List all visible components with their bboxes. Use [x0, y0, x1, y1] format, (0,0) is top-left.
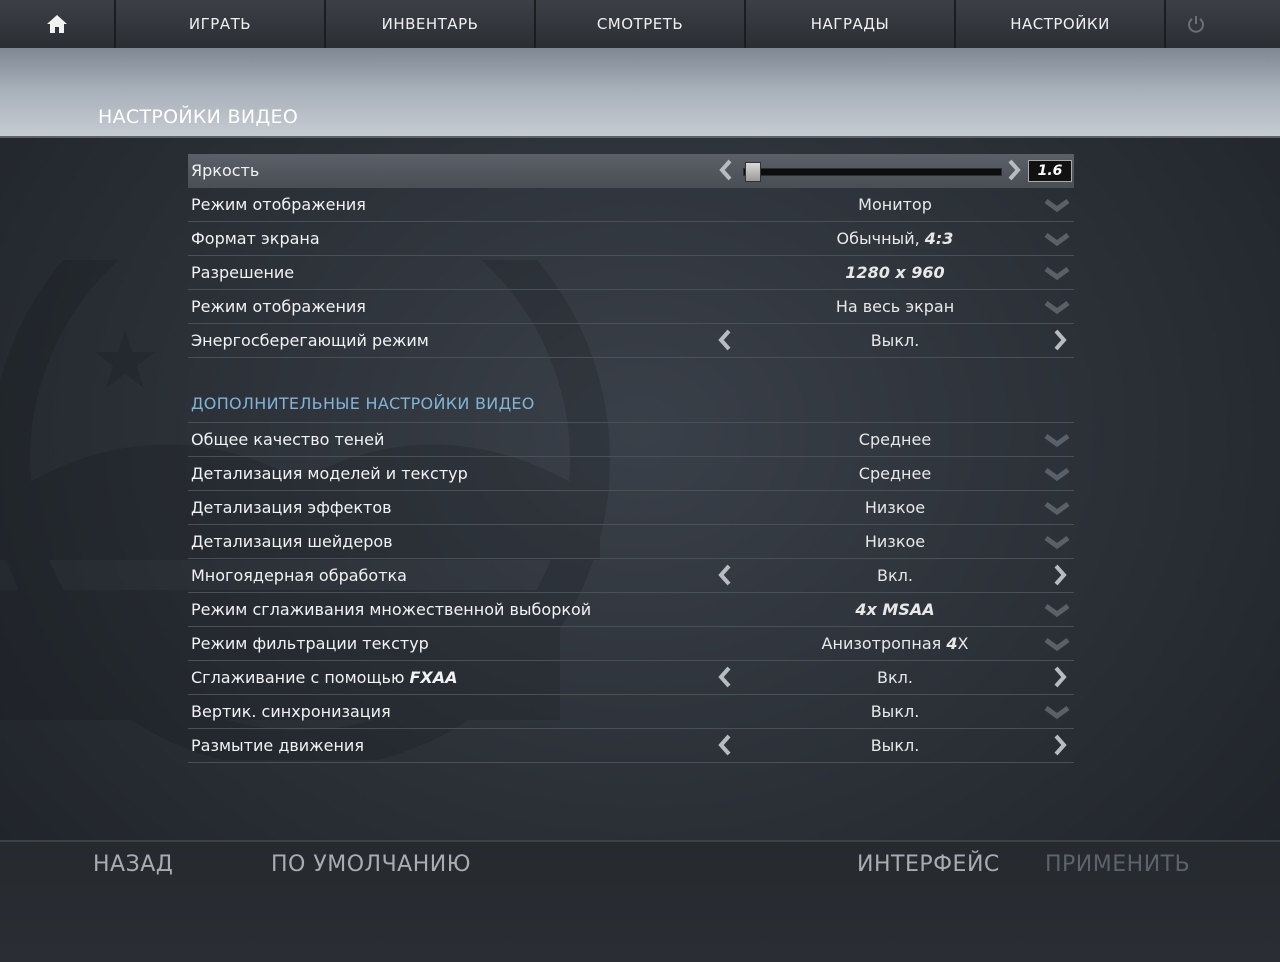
setting-label: Детализация моделей и текстур [191, 464, 468, 483]
setting-value: Монитор [858, 195, 932, 214]
chevron-down-icon[interactable] [1044, 636, 1070, 652]
chevron-left-icon[interactable] [717, 734, 733, 756]
setting-label: Размытие движения [191, 736, 364, 755]
setting-value: 1280 x 960 [845, 263, 945, 282]
chevron-right-icon[interactable] [1052, 734, 1068, 756]
tab-play[interactable]: ИГРАТЬ [116, 0, 326, 48]
setting-label: Разрешение [191, 263, 295, 282]
chevron-down-icon[interactable] [1044, 299, 1070, 315]
chevron-down-icon[interactable] [1044, 197, 1070, 213]
setting-row[interactable]: Формат экрана Обычный, 4:3 [188, 222, 1074, 256]
chevron-down-icon[interactable] [1044, 704, 1070, 720]
page-title: НАСТРОЙКИ ВИДЕО [98, 106, 299, 128]
setting-value: Выкл. [870, 331, 920, 350]
tab-inventory[interactable]: ИНВЕНТАРЬ [326, 0, 536, 48]
setting-label: Режим отображения [191, 195, 366, 214]
back-button[interactable]: НАЗАД [93, 852, 173, 877]
chevron-right-icon[interactable] [1052, 564, 1068, 586]
chevron-left-icon[interactable] [717, 329, 733, 351]
setting-value: Среднее [858, 464, 932, 483]
advanced-section-title: ДОПОЛНИТЕЛЬНЫЕ НАСТРОЙКИ ВИДЕО [191, 394, 535, 413]
setting-row[interactable]: Разрешение 1280 x 960 [188, 256, 1074, 290]
tab-awards[interactable]: НАГРАДЫ [746, 0, 956, 48]
setting-row[interactable]: Детализация эффектов Низкое [188, 491, 1074, 525]
chevron-left-icon[interactable] [717, 564, 733, 586]
power-icon [1188, 16, 1204, 33]
setting-value: Выкл. [870, 736, 920, 755]
setting-row[interactable]: Размытие движения Выкл. [188, 729, 1074, 763]
setting-label: Энергосберегающий режим [191, 331, 429, 350]
brightness-slider-track[interactable] [743, 168, 1002, 176]
brightness-label: Яркость [191, 161, 260, 180]
advanced-settings-list: Общее качество теней Среднее Детализация м… [188, 422, 1074, 763]
interface-button[interactable]: ИНТЕРФЕЙС [857, 852, 1000, 877]
setting-row[interactable]: Детализация моделей и текстур Среднее [188, 457, 1074, 491]
chevron-down-icon[interactable] [1044, 602, 1070, 618]
video-settings-list: Яркость 1.6 Режим отображения Монитор Форм… [188, 154, 1074, 358]
tab-watch[interactable]: СМОТРЕТЬ [536, 0, 746, 48]
chevron-right-icon[interactable] [1052, 329, 1068, 351]
chevron-down-icon[interactable] [1044, 231, 1070, 247]
setting-value: 4x MSAA [855, 600, 935, 619]
setting-label: Формат экрана [191, 229, 320, 248]
setting-row[interactable]: Вертик. синхронизация Выкл. [188, 695, 1074, 729]
apply-button[interactable]: ПРИМЕНИТЬ [1045, 852, 1190, 877]
brightness-slider-thumb[interactable] [745, 162, 761, 182]
chevron-left-icon[interactable] [717, 666, 733, 688]
brightness-value: 1.6 [1028, 160, 1072, 182]
setting-value: Анизотропная 4X [821, 634, 969, 653]
setting-value: Вкл. [877, 668, 913, 687]
setting-value: Выкл. [870, 702, 920, 721]
setting-row[interactable]: Общее качество теней Среднее [188, 423, 1074, 457]
chevron-down-icon[interactable] [1044, 265, 1070, 281]
setting-label: Вертик. синхронизация [191, 702, 391, 721]
setting-label: Режим отображения [191, 297, 366, 316]
chevron-down-icon[interactable] [1044, 466, 1070, 482]
setting-row[interactable]: Режим фильтрации текстур Анизотропная 4X [188, 627, 1074, 661]
setting-label: Режим сглаживания множественной выборкой [191, 600, 592, 619]
brightness-row[interactable]: Яркость 1.6 [188, 154, 1074, 188]
setting-label: Многоядерная обработка [191, 566, 407, 585]
chevron-right-icon[interactable] [1006, 159, 1022, 181]
setting-row[interactable]: Энергосберегающий режим Выкл. [188, 324, 1074, 358]
chevron-down-icon[interactable] [1044, 534, 1070, 550]
setting-label: Детализация шейдеров [191, 532, 393, 551]
setting-label: Общее качество теней [191, 430, 385, 449]
home-button[interactable] [0, 0, 116, 48]
tab-settings[interactable]: НАСТРОЙКИ [956, 0, 1166, 48]
setting-value: Среднее [858, 430, 932, 449]
setting-row[interactable]: Сглаживание с помощью FXAA Вкл. [188, 661, 1074, 695]
power-button[interactable] [1166, 0, 1280, 48]
setting-row[interactable]: Режим отображения Монитор [188, 188, 1074, 222]
chevron-right-icon[interactable] [1052, 666, 1068, 688]
top-nav: ИГРАТЬ ИНВЕНТАРЬ СМОТРЕТЬ НАГРАДЫ НАСТРО… [0, 0, 1280, 49]
setting-label: Детализация эффектов [191, 498, 392, 517]
setting-value: Вкл. [877, 566, 913, 585]
setting-row[interactable]: Детализация шейдеров Низкое [188, 525, 1074, 559]
setting-value: Обычный, 4:3 [836, 229, 954, 248]
chevron-left-icon[interactable] [718, 159, 734, 181]
setting-value: На весь экран [835, 297, 955, 316]
setting-value: Низкое [864, 532, 926, 551]
setting-label: Сглаживание с помощью FXAA [191, 668, 458, 687]
defaults-button[interactable]: ПО УМОЛЧАНИЮ [271, 852, 471, 877]
chevron-down-icon[interactable] [1044, 432, 1070, 448]
setting-row[interactable]: Многоядерная обработка Вкл. [188, 559, 1074, 593]
chevron-down-icon[interactable] [1044, 500, 1070, 516]
setting-value: Низкое [864, 498, 926, 517]
setting-row[interactable]: Режим сглаживания множественной выборкой… [188, 593, 1074, 627]
home-icon [47, 15, 67, 33]
setting-label: Режим фильтрации текстур [191, 634, 429, 653]
setting-row[interactable]: Режим отображения На весь экран [188, 290, 1074, 324]
